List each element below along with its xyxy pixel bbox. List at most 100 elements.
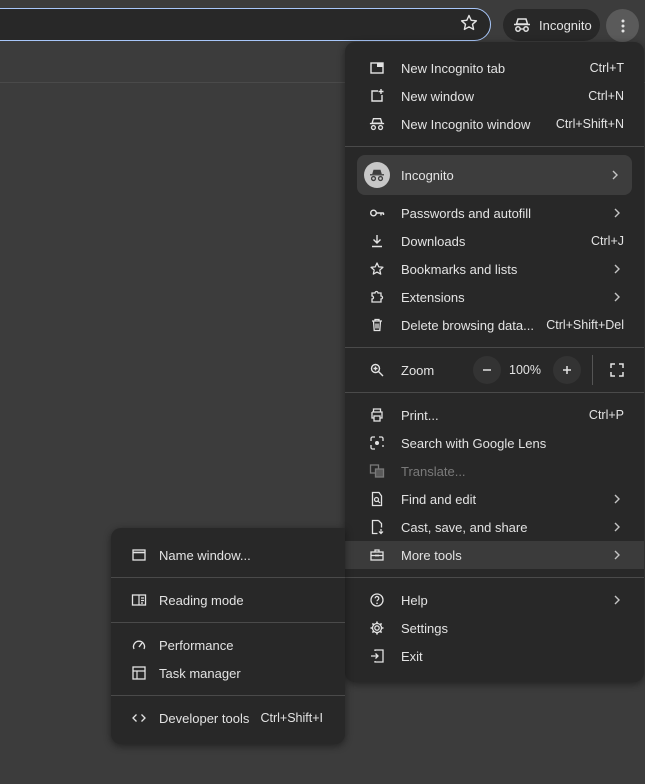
incognito-icon: [369, 116, 385, 132]
menu-item-find-and-edit[interactable]: Find and edit: [345, 485, 644, 513]
printer-icon: [369, 407, 385, 423]
submenu-item-label: Reading mode: [159, 593, 244, 608]
menu-item-new-incognito-tab[interactable]: New Incognito tab Ctrl+T: [345, 54, 644, 82]
speedometer-icon: [131, 637, 147, 653]
menu-item-downloads[interactable]: Downloads Ctrl+J: [345, 227, 644, 255]
address-bar[interactable]: [0, 8, 491, 41]
window-icon: [131, 547, 147, 563]
puzzle-piece-icon: [369, 289, 385, 305]
gear-icon: [369, 620, 385, 636]
menu-item-extensions[interactable]: Extensions: [345, 283, 644, 311]
chevron-right-icon: [612, 263, 622, 275]
menu-item-delete-browsing-data[interactable]: Delete browsing data... Ctrl+Shift+Del: [345, 311, 644, 339]
zoom-level: 100%: [509, 363, 541, 377]
menu-item-label: Bookmarks and lists: [401, 262, 518, 277]
chevron-right-icon: [612, 207, 622, 219]
menu-divider: [345, 347, 644, 348]
incognito-chip[interactable]: Incognito: [503, 9, 600, 41]
zoom-divider: [592, 355, 593, 385]
menu-item-label: More tools: [401, 548, 462, 563]
menu-divider: [345, 392, 644, 393]
toolbox-icon: [369, 547, 385, 563]
chevron-right-icon: [610, 169, 620, 181]
menu-item-label: Passwords and autofill: [401, 206, 532, 221]
three-dot-menu-icon: [621, 19, 625, 33]
menu-item-label: Help: [401, 593, 428, 608]
submenu-item-shortcut: Ctrl+Shift+I: [260, 711, 323, 725]
menu-item-label: Downloads: [401, 234, 466, 249]
task-manager-icon: [131, 665, 147, 681]
submenu-item-reading-mode[interactable]: Reading mode: [111, 586, 345, 614]
trash-icon: [369, 317, 385, 333]
zoom-out-button[interactable]: [473, 356, 501, 384]
new-window-icon: [369, 88, 385, 104]
menu-item-cast-save-share[interactable]: Cast, save, and share: [345, 513, 644, 541]
menu-item-shortcut: Ctrl+T: [589, 61, 624, 75]
chevron-right-icon: [612, 521, 622, 533]
plus-icon: [561, 364, 573, 376]
star-icon: [369, 261, 385, 277]
submenu-item-developer-tools[interactable]: Developer tools Ctrl+Shift+I: [111, 704, 345, 732]
key-icon: [369, 205, 385, 221]
lens-icon: [369, 435, 385, 451]
chrome-menu-button[interactable]: [606, 9, 639, 42]
menu-item-label: New Incognito window: [401, 117, 531, 132]
menu-item-label: Settings: [401, 621, 448, 636]
bookmark-star-icon[interactable]: [459, 13, 479, 33]
more-tools-submenu: Name window... Reading mode Performance …: [111, 528, 345, 744]
menu-item-profile[interactable]: Incognito: [357, 155, 632, 195]
menu-item-shortcut: Ctrl+Shift+Del: [546, 318, 624, 332]
file-save-icon: [369, 519, 385, 535]
menu-item-label: New window: [401, 89, 474, 104]
help-circle-icon: [369, 592, 385, 608]
chevron-right-icon: [612, 549, 622, 561]
menu-item-more-tools[interactable]: More tools: [345, 541, 644, 569]
menu-item-label: Exit: [401, 649, 423, 664]
menu-item-label: Print...: [401, 408, 439, 423]
submenu-item-name-window[interactable]: Name window...: [111, 541, 345, 569]
reading-mode-icon: [131, 592, 147, 608]
zoom-in-button[interactable]: [553, 356, 581, 384]
menu-item-settings[interactable]: Settings: [345, 614, 644, 642]
menu-divider: [345, 146, 644, 147]
menu-item-print[interactable]: Print... Ctrl+P: [345, 401, 644, 429]
incognito-avatar-icon: [364, 162, 390, 188]
menu-item-bookmarks[interactable]: Bookmarks and lists: [345, 255, 644, 283]
menu-item-help[interactable]: Help: [345, 586, 644, 614]
menu-item-new-window[interactable]: New window Ctrl+N: [345, 82, 644, 110]
incognito-chip-label: Incognito: [539, 17, 592, 33]
menu-divider: [345, 577, 644, 578]
menu-item-label: Translate...: [401, 464, 466, 479]
menu-item-label: Cast, save, and share: [401, 520, 528, 535]
menu-item-translate: Translate...: [345, 457, 644, 485]
menu-item-label: Find and edit: [401, 492, 477, 507]
submenu-divider: [111, 622, 345, 623]
menu-item-passwords[interactable]: Passwords and autofill: [345, 199, 644, 227]
menu-item-new-incognito-window[interactable]: New Incognito window Ctrl+Shift+N: [345, 110, 644, 138]
chevron-right-icon: [612, 291, 622, 303]
code-brackets-icon: [131, 710, 147, 726]
menu-item-exit[interactable]: Exit: [345, 642, 644, 670]
submenu-item-label: Task manager: [159, 666, 241, 681]
submenu-item-label: Developer tools: [159, 711, 250, 726]
incognito-icon: [513, 17, 531, 33]
menu-item-google-lens[interactable]: Search with Google Lens: [345, 429, 644, 457]
menu-item-shortcut: Ctrl+N: [588, 89, 624, 103]
chevron-right-icon: [612, 594, 622, 606]
submenu-item-performance[interactable]: Performance: [111, 631, 345, 659]
submenu-divider: [111, 577, 345, 578]
menu-item-label: Search with Google Lens: [401, 436, 547, 451]
submenu-item-task-manager[interactable]: Task manager: [111, 659, 345, 687]
menu-item-shortcut: Ctrl+J: [591, 234, 624, 248]
submenu-item-label: Performance: [159, 638, 234, 653]
new-tab-icon: [369, 60, 385, 76]
menu-item-label: Zoom: [401, 363, 435, 378]
menu-item-label: Incognito: [401, 168, 454, 183]
menu-item-shortcut: Ctrl+P: [588, 408, 624, 422]
exit-icon: [369, 648, 385, 664]
menu-item-label: Delete browsing data...: [401, 318, 534, 333]
menu-item-shortcut: Ctrl+Shift+N: [555, 117, 624, 131]
zoom-magnifier-icon: [369, 362, 385, 378]
translate-icon: [369, 463, 385, 479]
fullscreen-icon[interactable]: [607, 360, 627, 380]
